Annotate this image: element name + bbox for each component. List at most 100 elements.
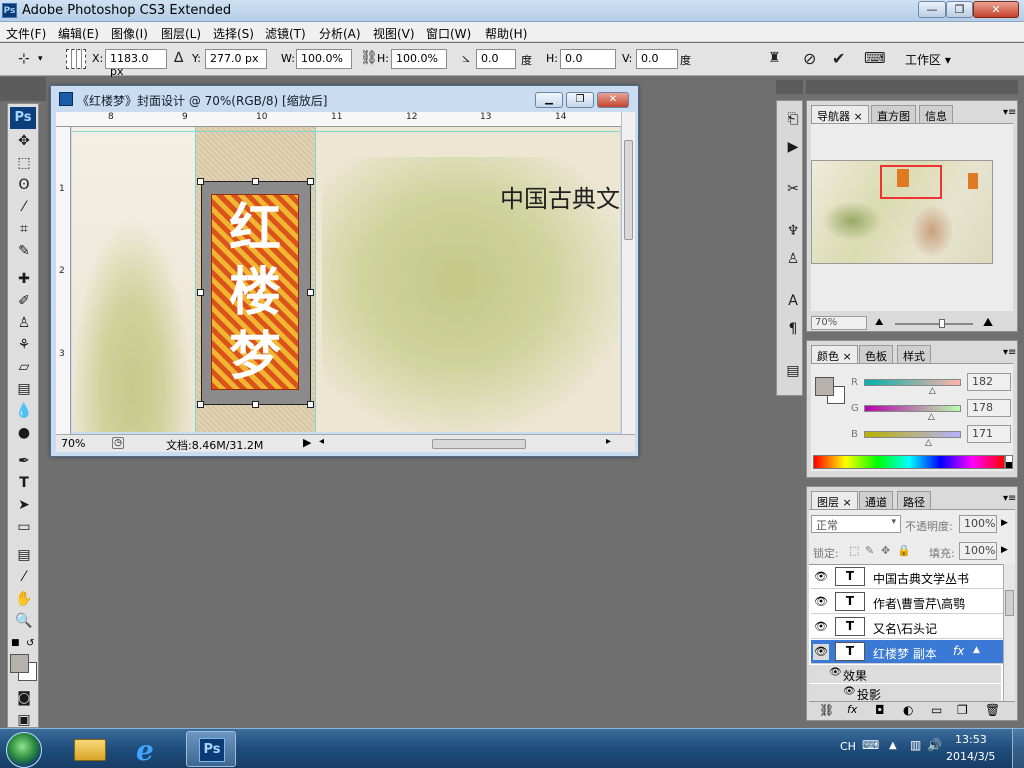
panel-group-header[interactable] (806, 80, 1018, 94)
adjustment-layer-icon[interactable]: ◐ (903, 703, 913, 717)
brushes-icon[interactable]: ♆ (781, 221, 805, 241)
type-tool-icon[interactable]: T (12, 473, 36, 493)
explorer-taskbar-button[interactable] (66, 731, 116, 767)
path-selection-icon[interactable]: ➤ (12, 495, 36, 515)
tab-paths[interactable]: 路径 (897, 491, 931, 509)
warp-icon[interactable]: ♜ (768, 50, 781, 66)
restore-button[interactable]: ❐ (946, 1, 973, 18)
horizontal-scroll-thumb[interactable] (432, 439, 526, 449)
show-desktop-button[interactable] (1012, 729, 1024, 768)
blur-tool-icon[interactable]: 💧 (12, 401, 36, 421)
zoom-readout[interactable]: 70% (61, 437, 85, 450)
r-slider[interactable] (864, 379, 961, 386)
navigator-view-box[interactable] (880, 165, 942, 199)
crop-tool-icon[interactable]: ⌗ (12, 219, 36, 239)
new-group-icon[interactable]: ▭ (931, 703, 942, 717)
lasso-tool-icon[interactable]: ʘ (12, 175, 36, 195)
paragraph-icon[interactable]: ¶ (781, 319, 805, 339)
eye-icon[interactable]: 👁 (813, 594, 829, 610)
link-icon[interactable]: ⛓ (360, 50, 378, 66)
eye-icon[interactable]: 👁 (829, 667, 842, 678)
opacity-field[interactable]: 100% (959, 515, 997, 533)
effect-item-row[interactable]: 👁 投影 (809, 684, 1001, 701)
blend-mode-select[interactable]: 正常 ▾ (811, 515, 901, 533)
tab-layers[interactable]: 图层 × (811, 491, 858, 509)
bridge-icon[interactable]: ⌨ (864, 49, 886, 67)
canvas[interactable]: 红 楼 梦 中国古典文 (72, 127, 620, 432)
hand-tool-icon[interactable]: ✋ (12, 589, 36, 609)
x-field[interactable]: 1183.0 px (105, 49, 167, 78)
height-field[interactable]: 100.0% (391, 49, 447, 69)
panel-menu-icon[interactable]: ▾≡ (1003, 347, 1016, 358)
photoshop-taskbar-button[interactable]: Ps (186, 731, 236, 767)
menu-image[interactable]: 图像(I) (107, 23, 152, 44)
close-button[interactable]: ✕ (973, 1, 1019, 18)
black-white-ramp[interactable] (1005, 455, 1013, 469)
swap-colors-icon[interactable]: ↺ (26, 638, 34, 649)
network-icon[interactable]: ▥ (910, 738, 921, 752)
reference-point-icon[interactable] (66, 49, 86, 69)
hscroll-left-icon[interactable]: ◂ (319, 436, 324, 447)
panel-menu-icon[interactable]: ▾≡ (1003, 493, 1016, 504)
tab-histogram[interactable]: 直方图 (871, 105, 916, 123)
tab-color[interactable]: 颜色 × (811, 345, 858, 363)
clock-time[interactable]: 13:53 (955, 733, 987, 746)
eye-icon[interactable]: 👁 (813, 569, 829, 585)
vskew-field[interactable]: 0.0 (636, 49, 678, 69)
doc-close-button[interactable]: ✕ (597, 92, 629, 108)
eye-icon[interactable]: 👁 (813, 644, 829, 660)
transform-handle[interactable] (197, 178, 204, 185)
screen-mode-icon[interactable]: ▣ (12, 710, 36, 730)
language-indicator[interactable]: CH (840, 740, 856, 753)
navigator-zoom-slider[interactable] (895, 319, 973, 328)
healing-brush-icon[interactable]: ✚ (12, 269, 36, 289)
menu-window[interactable]: 窗口(W) (422, 23, 475, 44)
marquee-tool-icon[interactable]: ⬚ (12, 153, 36, 173)
minimize-button[interactable]: — (918, 1, 946, 18)
fx-badge[interactable]: fx (953, 644, 964, 658)
navigator-thumbnail[interactable] (811, 160, 993, 264)
cancel-transform-icon[interactable]: ⊘ (803, 49, 816, 68)
notes-tool-icon[interactable]: ▤ (12, 545, 36, 565)
b-value-field[interactable]: 171 (967, 425, 1011, 443)
y-field[interactable]: 277.0 px (205, 49, 267, 69)
commit-transform-icon[interactable]: ✔ (832, 49, 845, 68)
notes-panel-icon[interactable]: ▤ (781, 361, 805, 381)
r-slider-knob[interactable]: △ (929, 386, 936, 396)
menu-file[interactable]: 文件(F) (2, 23, 50, 44)
tab-swatches[interactable]: 色板 (859, 345, 893, 363)
lock-all-icon[interactable]: 🔒 (897, 544, 911, 557)
opacity-arrow-icon[interactable]: ▶ (1001, 518, 1008, 528)
slice-tool-icon[interactable]: ✎ (12, 241, 36, 261)
menu-filter[interactable]: 滤镜(T) (261, 23, 310, 44)
color-ramp[interactable] (813, 455, 1005, 469)
menu-help[interactable]: 帮助(H) (481, 23, 531, 44)
width-field[interactable]: 100.0% (296, 49, 352, 69)
layer-row[interactable]: 👁 T 作者\曹雪芹\高鹗 (811, 590, 1003, 614)
navigator-zoom-field[interactable]: 70% (811, 316, 867, 330)
tab-info[interactable]: 信息 (919, 105, 953, 123)
ie-taskbar-button[interactable]: e (126, 731, 176, 767)
shape-tool-icon[interactable]: ▭ (12, 517, 36, 537)
hskew-field[interactable]: 0.0 (560, 49, 616, 69)
b-slider-knob[interactable]: △ (925, 438, 932, 448)
transform-bounding-box[interactable] (201, 181, 311, 405)
zoom-tool-icon[interactable]: 🔍 (12, 611, 36, 631)
fg-color-chip[interactable] (815, 377, 834, 396)
tab-channels[interactable]: 通道 (859, 491, 893, 509)
zoom-out-icon[interactable]: ⛰ (875, 317, 883, 328)
clone-source-icon[interactable]: ♙ (781, 249, 805, 269)
new-layer-icon[interactable]: ❐ (957, 703, 968, 717)
workspace-button[interactable]: 工作区 ▾ (905, 51, 951, 68)
gradient-tool-icon[interactable]: ▤ (12, 379, 36, 399)
menu-select[interactable]: 选择(S) (209, 23, 258, 44)
layer-comps-icon[interactable]: ⎗ (781, 109, 805, 129)
doc-restore-button[interactable]: ❐ (566, 92, 594, 108)
actions-icon[interactable]: ▶ (781, 137, 805, 157)
layer-row[interactable]: 👁 T 中国古典文学丛书 (811, 565, 1003, 589)
effects-row[interactable]: 👁 效果 (809, 665, 1001, 683)
eye-icon[interactable]: 👁 (843, 686, 856, 697)
collapse-arrow-icon[interactable]: ▲ (973, 645, 980, 655)
tab-styles[interactable]: 样式 (897, 345, 931, 363)
hscroll-right-icon[interactable]: ▸ (606, 436, 611, 447)
